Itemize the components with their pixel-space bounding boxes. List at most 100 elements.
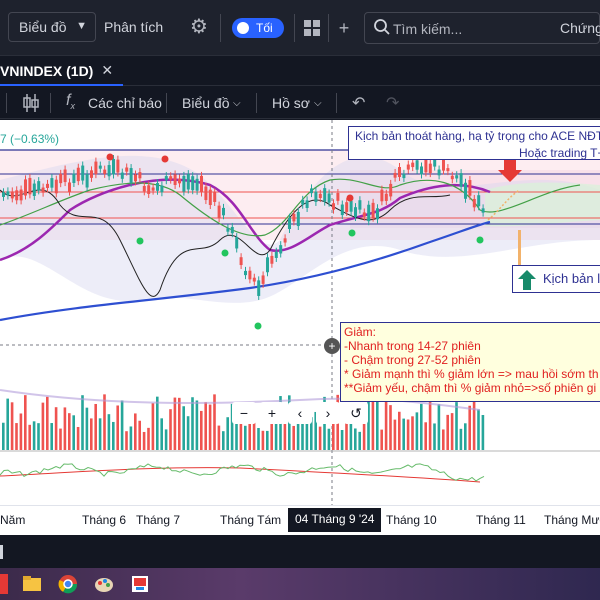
volume-bar	[32, 421, 36, 450]
stocks-label[interactable]: Chứng	[560, 20, 600, 36]
signal-dot	[161, 155, 169, 163]
annotation-decline-notes[interactable]: Giảm: -Nhanh trong 14-27 phiên - Chậm tr…	[340, 322, 600, 402]
zoom-out-button[interactable]: −	[232, 402, 256, 424]
reset-view-button[interactable]: ↺	[344, 402, 368, 424]
time-tick: Tháng Mười	[544, 513, 600, 527]
volume-bar	[380, 429, 383, 450]
candle-body	[6, 191, 10, 196]
cursor-date-label: 04 Tháng 9 '24	[288, 508, 382, 532]
volume-bar	[195, 400, 199, 450]
chrome-icon[interactable]	[58, 574, 78, 594]
volume-bar	[468, 405, 471, 450]
chart-dropdown-button[interactable]: Biểu đồ ▼	[8, 12, 96, 42]
candle-body	[116, 159, 120, 173]
search-input[interactable]	[393, 19, 543, 39]
volume-bar	[406, 419, 410, 450]
bottom-panel	[0, 535, 600, 568]
volume-bar	[156, 396, 159, 450]
layout-grid-icon[interactable]	[298, 14, 326, 42]
volume-bar	[24, 395, 27, 450]
chart-menu-button[interactable]: Biểu đồ	[182, 95, 229, 111]
divider	[50, 93, 51, 113]
candle-body	[446, 168, 450, 172]
candle-body	[411, 162, 415, 168]
os-taskbar	[0, 568, 600, 600]
candle-body	[138, 172, 142, 179]
volume-bar	[169, 409, 172, 450]
zoom-in-button[interactable]: +	[260, 402, 284, 424]
candle-body	[283, 238, 287, 243]
annotation-scenario[interactable]: Kịch bản lý	[512, 265, 600, 293]
time-tick: Tháng 10	[386, 513, 437, 527]
candlestick-icon[interactable]	[22, 93, 40, 113]
candle-body	[362, 212, 366, 217]
panel-handle[interactable]	[0, 545, 3, 559]
volume-bar	[28, 424, 31, 450]
paint-icon[interactable]	[94, 574, 114, 594]
candle-body	[147, 185, 151, 194]
app-icon[interactable]	[0, 574, 8, 594]
candle-body	[244, 270, 247, 276]
candle-body	[380, 189, 384, 202]
volume-bar	[332, 422, 335, 450]
profile-menu-button[interactable]: Hồ sơ	[272, 95, 310, 111]
volume-bar	[292, 425, 295, 450]
divider	[336, 93, 337, 113]
volume-bar	[178, 397, 181, 450]
search-box[interactable]: Chứng	[364, 12, 600, 44]
candle-body	[37, 181, 41, 191]
price-chart-canvas[interactable]	[0, 120, 600, 505]
candle-body	[46, 183, 49, 188]
forecast-bar	[518, 230, 521, 265]
analysis-menu[interactable]: Phân tích	[104, 19, 163, 35]
time-axis[interactable]: Năm Tháng 6 Tháng 7 Tháng Tám 04 Tháng 9…	[0, 505, 600, 535]
candle-body	[191, 176, 195, 191]
indicators-button[interactable]: Các chỉ báo	[88, 95, 162, 111]
candle-body	[134, 174, 137, 182]
candle-body	[76, 167, 80, 182]
volume-bar	[94, 403, 97, 450]
volume-bar	[120, 400, 124, 450]
volume-bar	[318, 426, 322, 450]
undo-icon[interactable]: ↶	[352, 93, 365, 113]
candle-body	[266, 257, 269, 273]
volume-bar	[200, 410, 203, 450]
folder-icon[interactable]	[22, 574, 42, 594]
volume-bar	[450, 413, 454, 450]
chevron-down-icon: ▼	[76, 20, 87, 32]
scroll-left-button[interactable]: ‹	[288, 402, 312, 424]
chart-pane[interactable]: 7 (−0.63%) Kịch bản thoát hàng, hạ tỷ tr…	[0, 120, 600, 535]
up-arrow-icon	[518, 270, 536, 290]
candle-body	[464, 182, 467, 199]
gear-icon[interactable]: ⚙	[188, 16, 210, 38]
volume-bar	[358, 431, 361, 450]
volume-bar	[129, 426, 133, 450]
snipping-tool-icon[interactable]	[130, 574, 150, 594]
redo-icon[interactable]: ↷	[386, 93, 399, 113]
volume-bar	[362, 420, 366, 450]
time-tick: Tháng 7	[136, 513, 181, 527]
function-icon[interactable]: fx	[66, 92, 75, 111]
volume-bar	[354, 428, 357, 450]
volume-bar	[428, 399, 432, 450]
volume-bar	[402, 418, 405, 450]
scroll-right-button[interactable]: ›	[316, 402, 340, 424]
tab-vnindex[interactable]: VNINDEX (1D) ✕	[0, 57, 124, 86]
candle-body	[10, 191, 14, 199]
candle-body	[428, 163, 432, 174]
note-line: * Giảm mạnh thì % giảm lớn => mau hồi sớ…	[344, 367, 599, 381]
volume-bar	[327, 428, 331, 450]
candle-body	[54, 179, 58, 194]
add-chart-icon[interactable]: +	[330, 14, 358, 42]
candle-body	[208, 189, 212, 206]
volume-bar	[222, 431, 225, 450]
note-line: - Chậm trong 27-52 phiên	[344, 353, 481, 367]
candle-body	[120, 172, 124, 179]
theme-toggle[interactable]: Tối	[232, 18, 284, 38]
volume-bar	[2, 422, 5, 450]
candle-body	[103, 169, 107, 174]
close-icon[interactable]: ✕	[101, 62, 113, 79]
crosshair-add-icon[interactable]: +	[324, 338, 340, 354]
annotation-exit-plan[interactable]: Kịch bản thoát hàng, hạ tỷ trọng cho ACE…	[348, 126, 600, 160]
price-change: 7 (−0.63%)	[0, 132, 60, 146]
